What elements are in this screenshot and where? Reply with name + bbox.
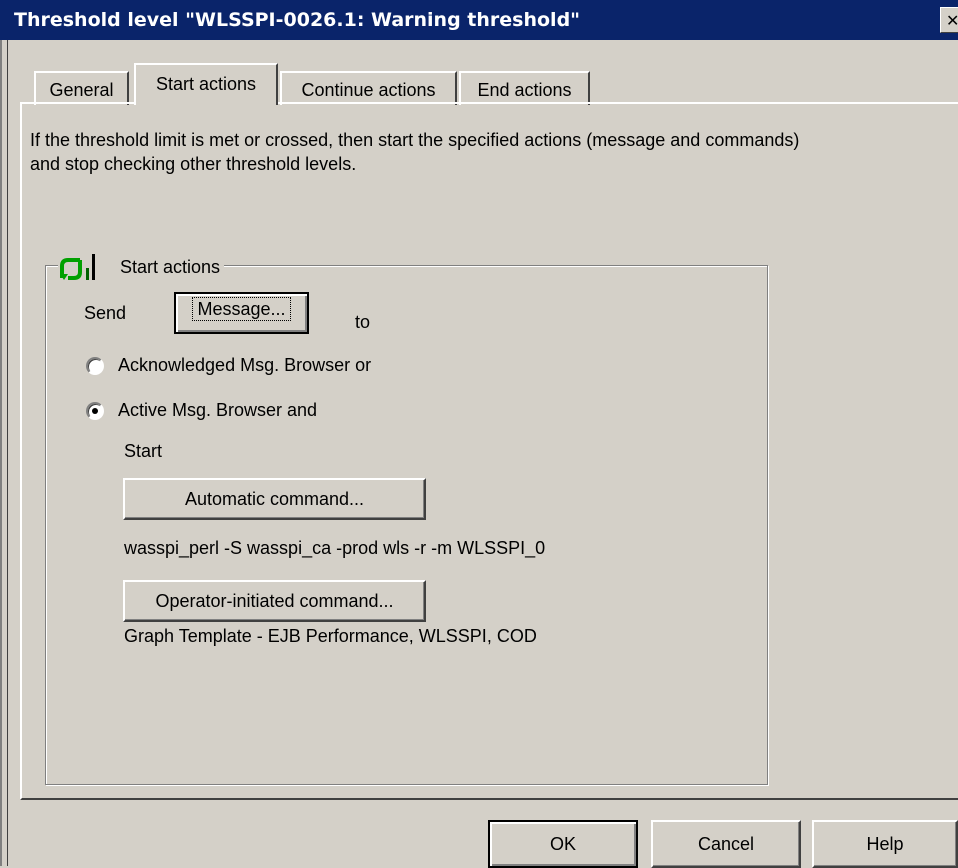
ok-button-label: OK [549,834,576,854]
tab-continue-actions[interactable]: Continue actions [280,71,457,105]
cancel-button-label: Cancel [697,834,755,854]
radio-acknowledged-browser[interactable]: Acknowledged Msg. Browser or [86,355,371,376]
group-legend: Start actions [58,252,225,282]
ok-button[interactable]: OK [488,820,638,868]
operator-command-button-label: Operator-initiated command... [155,591,394,611]
help-button[interactable]: Help [812,820,958,868]
window-title: Threshold level "WLSSPI-0026.1: Warning … [14,9,581,31]
radio-acknowledged-control[interactable] [86,356,104,375]
tab-end-actions-label: End actions [477,80,572,100]
message-button[interactable]: Message... [174,292,309,334]
close-button[interactable]: ✕ [940,7,958,33]
operator-command-value: Graph Template - EJB Performance, WLSSPI… [124,626,537,646]
message-button-label: Message... [192,297,291,321]
close-icon: ✕ [946,11,958,30]
start-actions-arrow-icon [60,254,95,280]
cancel-button[interactable]: Cancel [651,820,801,868]
radio-active-label: Active Msg. Browser and [118,400,318,420]
description-text: If the threshold limit is met or crossed… [30,130,800,174]
tab-start-actions[interactable]: Start actions [134,63,278,105]
automatic-command-button-label: Automatic command... [184,489,365,509]
help-button-label: Help [866,834,904,854]
tab-continue-actions-label: Continue actions [301,80,436,100]
start-label: Start [124,441,163,461]
radio-active-control[interactable] [86,401,104,420]
start-actions-group [45,265,768,785]
send-label: Send [84,303,127,323]
to-label: to [355,312,371,332]
radio-active-browser[interactable]: Active Msg. Browser and [86,400,317,421]
window-titlebar: Threshold level "WLSSPI-0026.1: Warning … [0,0,958,40]
tab-start-actions-label: Start actions [155,74,257,94]
tab-end-actions[interactable]: End actions [459,71,590,105]
operator-command-button[interactable]: Operator-initiated command... [123,580,426,622]
tab-general[interactable]: General [34,71,129,105]
group-title: Start actions [120,256,221,277]
tab-general-label: General [49,80,114,100]
automatic-command-button[interactable]: Automatic command... [123,478,426,520]
window-left-border [0,40,8,866]
radio-acknowledged-label: Acknowledged Msg. Browser or [118,355,372,375]
automatic-command-value: wasspi_perl -S wasspi_ca -prod wls -r -m… [124,538,546,558]
